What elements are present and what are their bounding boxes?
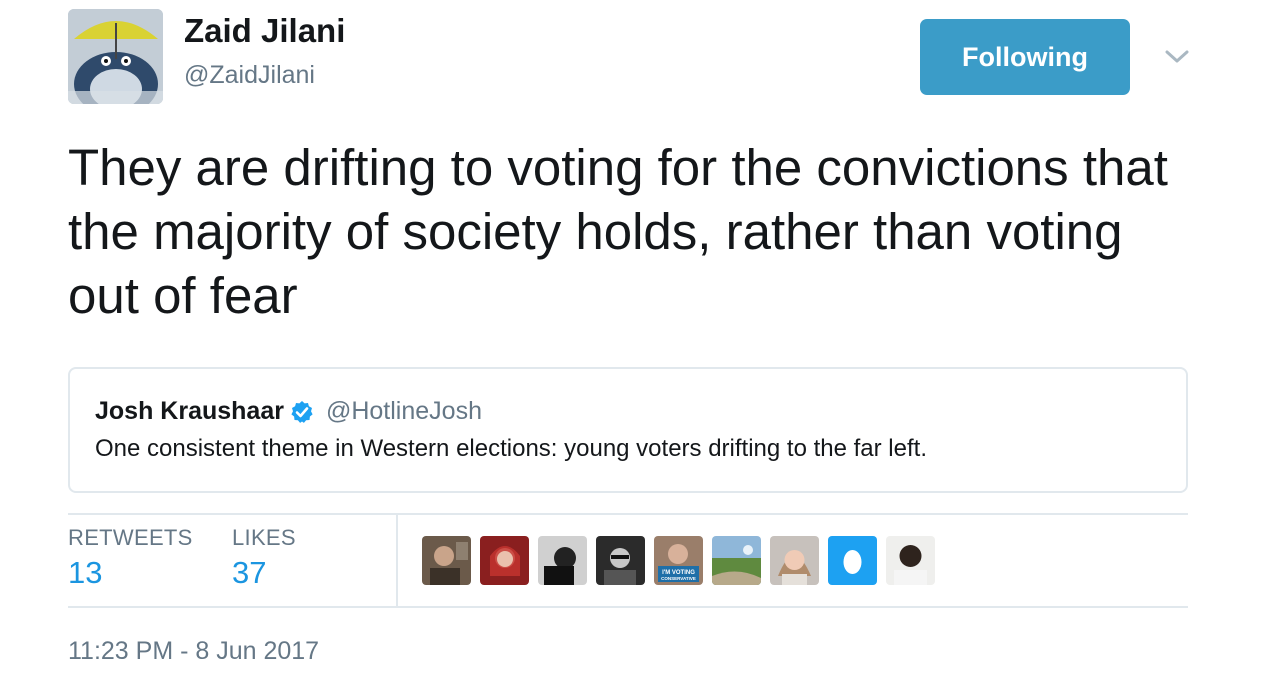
retweets-label: RETWEETS — [68, 525, 193, 550]
liker-avatar-3[interactable] — [538, 536, 587, 585]
tweet-menu-button[interactable] — [1160, 40, 1194, 74]
chevron-down-icon — [1165, 50, 1189, 63]
tweet-timestamp[interactable]: 11:23 PM - 8 Jun 2017 — [68, 637, 319, 666]
liker-avatar-7[interactable] — [770, 536, 819, 585]
retweets-count: 13 — [68, 555, 103, 590]
liker-avatar-1[interactable] — [422, 536, 471, 585]
quoted-author-handle: @HotlineJosh — [325, 397, 482, 425]
stats-top-divider — [68, 513, 1188, 515]
quoted-tweet-header: Josh Kraushaar @HotlineJosh — [95, 397, 482, 426]
liker-avatar-5[interactable]: I'M VOTING CONSERVATIVE — [654, 536, 703, 585]
liker-avatar-9[interactable] — [886, 536, 935, 585]
author-name[interactable]: Zaid Jilani — [184, 12, 345, 50]
author-avatar[interactable] — [68, 9, 163, 104]
liker-avatar-2[interactable] — [480, 536, 529, 585]
stats-bottom-divider — [68, 606, 1188, 608]
likes-label: LIKES — [232, 525, 296, 550]
verified-badge-icon — [290, 400, 314, 424]
stats-vertical-divider — [396, 513, 398, 607]
quoted-tweet-text: One consistent theme in Western election… — [95, 435, 927, 462]
totoro-umbrella-avatar-icon — [68, 9, 163, 104]
retweets-stat[interactable]: RETWEETS 13 — [68, 525, 193, 591]
tweet-text: They are drifting to voting for the conv… — [68, 139, 1168, 324]
quoted-author-name: Josh Kraushaar — [95, 397, 284, 425]
likers-list: I'M VOTING CONSERVATIVE — [422, 536, 935, 585]
likes-count: 37 — [232, 555, 267, 590]
egg-avatar-icon — [828, 536, 877, 585]
quoted-tweet[interactable]: Josh Kraushaar @HotlineJosh One consiste… — [68, 367, 1188, 493]
following-button[interactable]: Following — [920, 19, 1130, 95]
liker-avatar-8-default-egg[interactable] — [828, 536, 877, 585]
liker-avatar-4[interactable] — [596, 536, 645, 585]
liker-avatar-6[interactable] — [712, 536, 761, 585]
svg-text:CONSERVATIVE: CONSERVATIVE — [661, 576, 696, 581]
likes-stat[interactable]: LIKES 37 — [232, 525, 296, 591]
author-handle[interactable]: @ZaidJilani — [184, 61, 315, 90]
